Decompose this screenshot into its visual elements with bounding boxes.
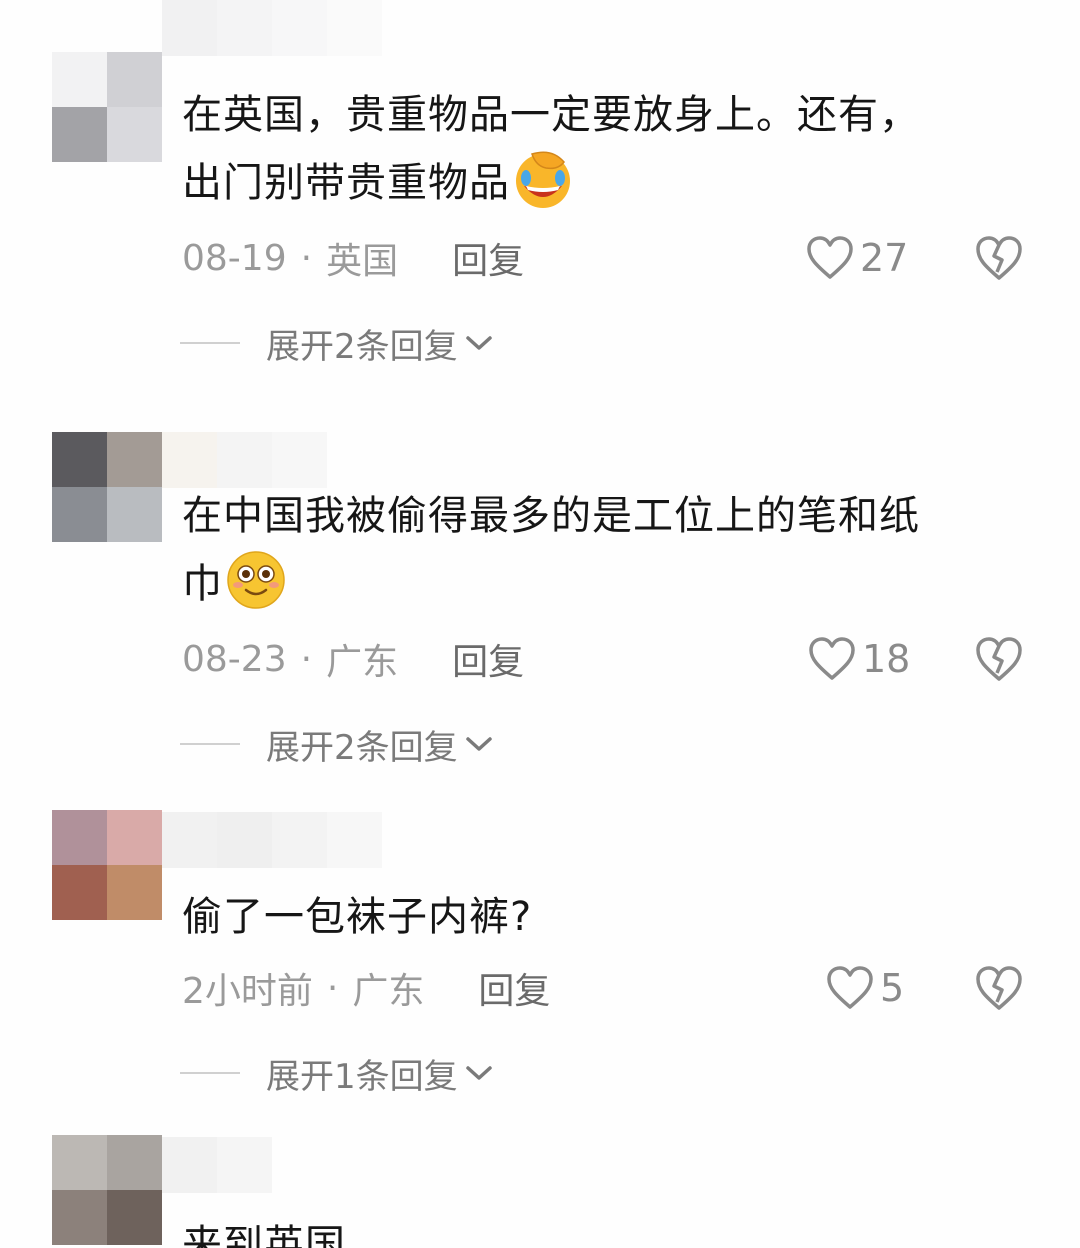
avatar[interactable] [52, 1135, 162, 1245]
separator-dot: · [326, 967, 339, 1009]
comment-meta: 08-23 · 广东 回复 [182, 634, 524, 684]
comment-line: 巾 [182, 549, 1012, 617]
username-blurred[interactable] [162, 432, 327, 488]
reply-button[interactable]: 回复 [452, 232, 524, 284]
comment-text[interactable]: 来到英国…… [182, 1212, 1012, 1248]
avatar[interactable] [52, 810, 162, 920]
username-blurred[interactable] [162, 812, 382, 868]
expand-replies-button[interactable]: 展开2条回复 [180, 719, 494, 769]
expand-replies-label: 展开2条回复 [266, 727, 458, 768]
comment-location: 广东 [326, 642, 399, 683]
chevron-down-icon [465, 737, 492, 751]
like-count: 18 [862, 637, 911, 681]
heart-outline-icon [809, 637, 855, 680]
like-count: 27 [860, 236, 909, 280]
comment-line-text: 巾 [182, 561, 223, 607]
heart-outline-icon [807, 236, 853, 279]
reply-button[interactable]: 回复 [452, 633, 524, 685]
expand-replies-label: 展开1条回复 [266, 1056, 458, 1097]
comment-line-text: 出门别带贵重物品 [182, 160, 510, 206]
comment-text[interactable]: 在英国，贵重物品一定要放身上。还有， 出门别带贵重物品 [182, 82, 1012, 216]
comment-date: 08-19 [182, 237, 287, 279]
heart-outline-icon [827, 966, 873, 1009]
comment-location: 英国 [326, 241, 399, 282]
avatar[interactable] [52, 432, 162, 542]
divider [180, 743, 240, 745]
comment-meta: 2小时前 · 广东 回复 [182, 963, 550, 1013]
like-button[interactable]: 5 [826, 963, 904, 1013]
reply-button[interactable]: 回复 [478, 962, 550, 1014]
comment-date: 08-23 [182, 638, 287, 680]
smiling-emoji [227, 551, 285, 609]
divider [180, 1072, 240, 1074]
separator-dot: · [300, 237, 313, 279]
expand-replies-label: 展开2条回复 [266, 326, 458, 367]
comment-line: 在中国我被偷得最多的是工位上的笔和纸 [182, 493, 920, 539]
comment-meta: 08-19 · 英国 回复 [182, 233, 524, 283]
broken-heart-icon[interactable] [974, 963, 1024, 1013]
chevron-down-icon [465, 1066, 492, 1080]
divider [180, 342, 240, 344]
comment-text[interactable]: 在中国我被偷得最多的是工位上的笔和纸 巾 [182, 483, 1012, 617]
like-button[interactable]: 18 [808, 634, 910, 684]
comment-line: 偷了一包袜子内裤? [182, 894, 533, 940]
comment-text[interactable]: 偷了一包袜子内裤? [182, 884, 1012, 950]
username-blurred[interactable] [162, 1137, 272, 1193]
comment-location: 广东 [352, 971, 425, 1012]
chevron-down-icon [465, 336, 492, 350]
like-button[interactable]: 27 [806, 233, 908, 283]
comment-line: 出门别带贵重物品 [182, 148, 1012, 216]
facepalm-laughing-emoji [516, 151, 570, 208]
comment-date: 2小时前 [182, 971, 313, 1012]
broken-heart-icon[interactable] [974, 233, 1024, 283]
expand-replies-button[interactable]: 展开2条回复 [180, 318, 494, 368]
username-blurred[interactable] [162, 0, 382, 56]
avatar[interactable] [52, 52, 162, 162]
like-count: 5 [880, 966, 905, 1010]
comment-line: 来到英国…… [182, 1222, 428, 1248]
comment-line: 在英国，贵重物品一定要放身上。还有， [182, 92, 920, 138]
expand-replies-button[interactable]: 展开1条回复 [180, 1048, 494, 1098]
separator-dot: · [300, 638, 313, 680]
broken-heart-icon[interactable] [974, 634, 1024, 684]
comment-list: 在英国，贵重物品一定要放身上。还有， 出门别带贵重物品 08-19 · 英国 回… [0, 0, 1080, 1248]
